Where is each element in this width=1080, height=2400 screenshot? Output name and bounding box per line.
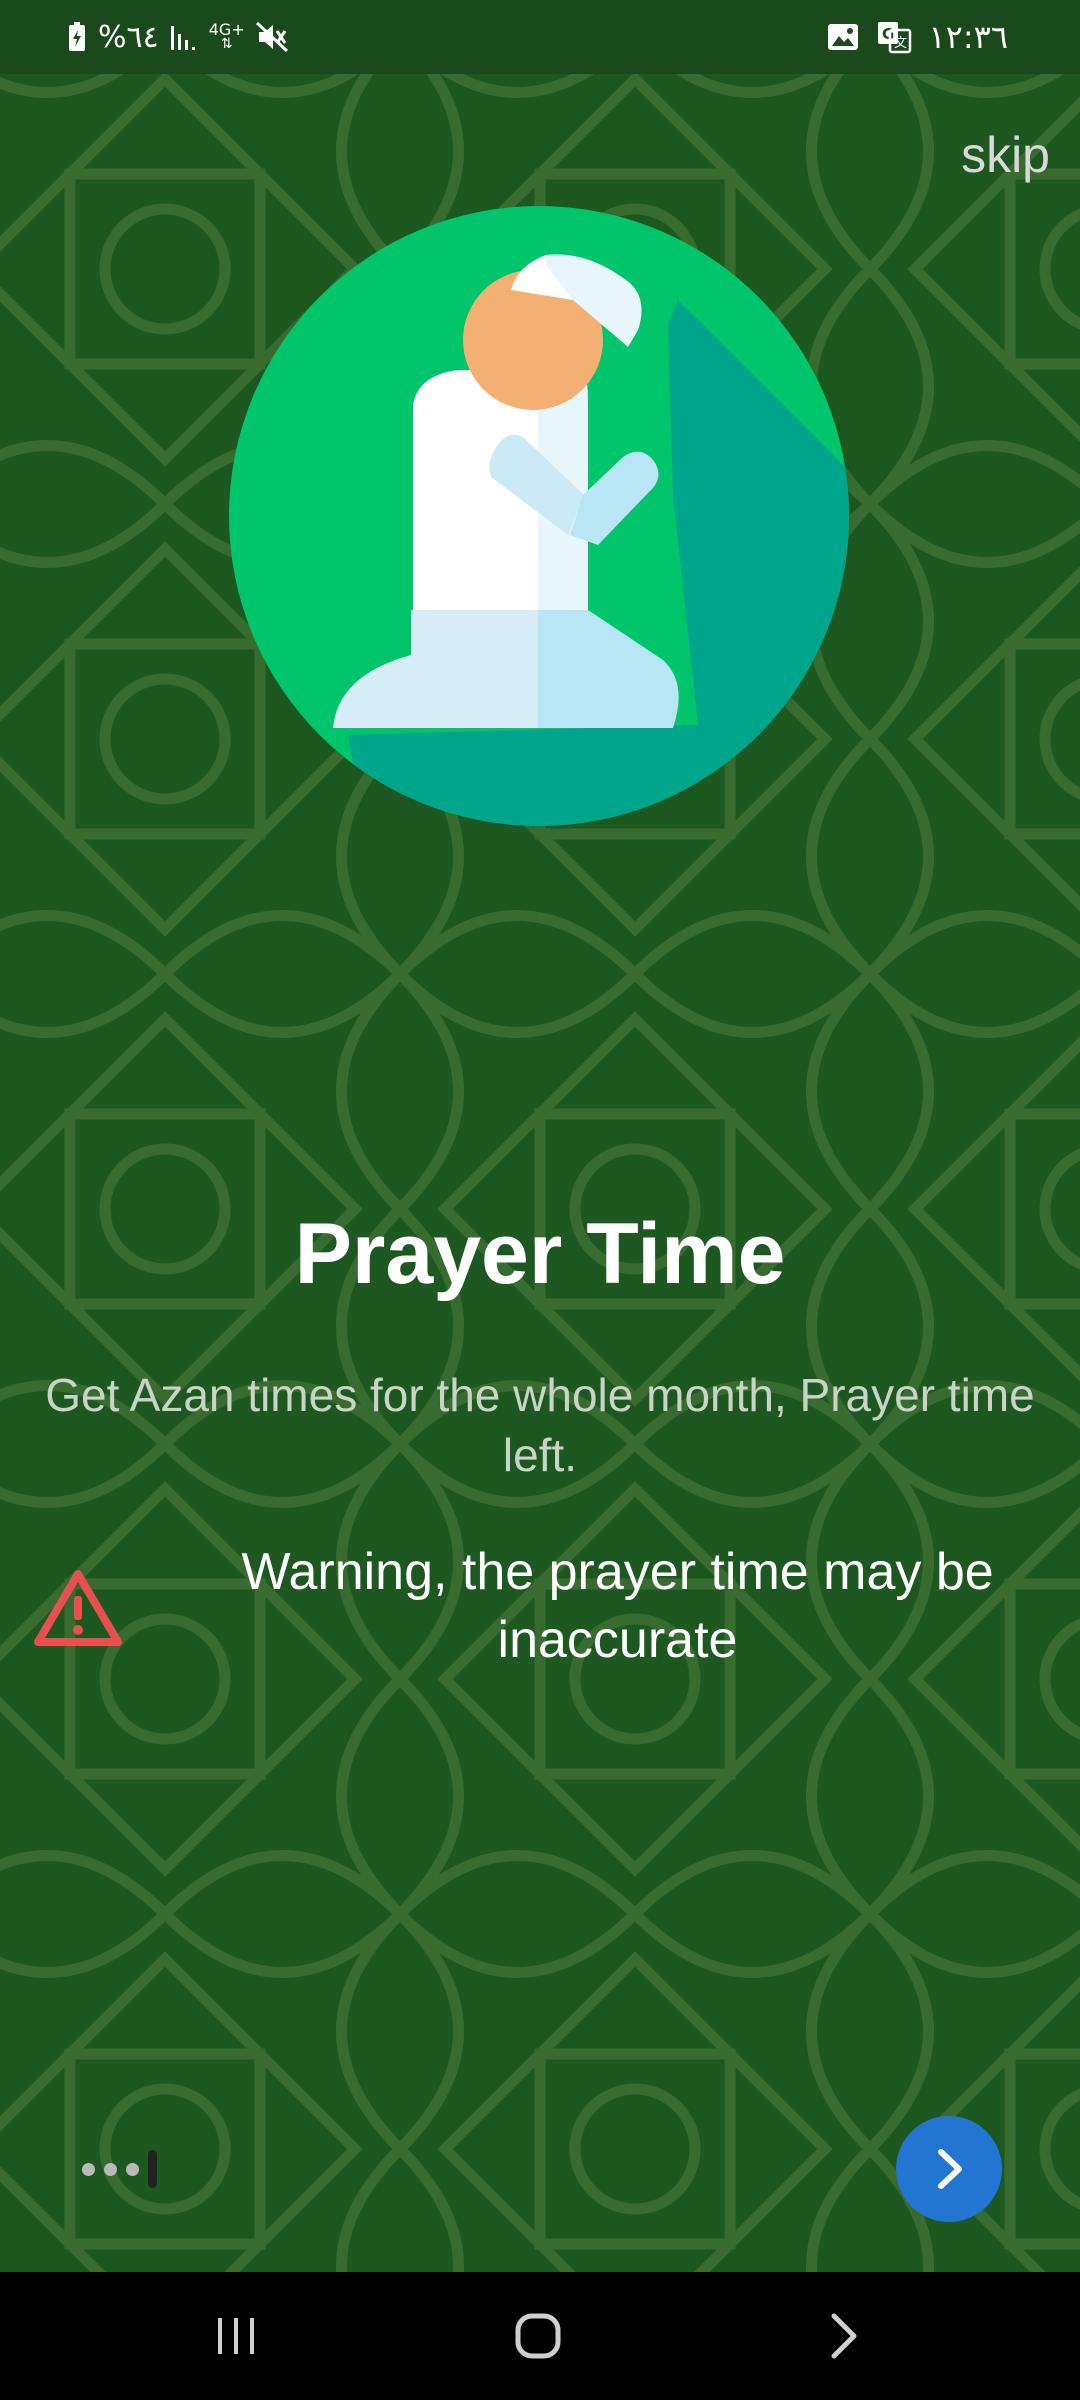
translate-notification-icon: G 文	[878, 22, 912, 54]
warning-icon	[34, 1570, 122, 1646]
battery-charging-icon	[69, 22, 85, 51]
network-type-label: 4G+ ⇅	[208, 20, 245, 52]
chevron-right-icon	[938, 2149, 962, 2189]
next-button[interactable]	[896, 2116, 1002, 2222]
page-dot	[104, 2162, 117, 2176]
praying-man-illustration	[229, 206, 849, 826]
back-icon[interactable]	[812, 2306, 872, 2366]
page-dot	[82, 2162, 95, 2176]
clock: ١٢:٣٦	[928, 18, 1008, 56]
battery-percentage: %٦٤	[98, 19, 159, 55]
status-left-group: %٦٤ 4G+ ⇅	[66, 12, 289, 62]
svg-text:G: G	[882, 25, 894, 43]
recent-apps-icon[interactable]	[206, 2306, 266, 2366]
page-indicator	[82, 2150, 157, 2188]
page-title: Prayer Time	[294, 1206, 786, 1302]
status-right-group: G 文 ١٢:٣٦	[826, 12, 1008, 62]
home-icon[interactable]	[508, 2306, 568, 2366]
status-bar: %٦٤ 4G+ ⇅ G 文 ١٢:٣٦	[0, 0, 1080, 74]
image-notification-icon	[828, 24, 859, 50]
signal-icon	[170, 26, 195, 50]
page-dot-active	[148, 2150, 157, 2188]
page-subtitle: Get Azan times for the whole month, Pray…	[45, 1369, 1035, 1481]
mute-icon	[255, 21, 288, 53]
svg-text:文: 文	[894, 36, 907, 51]
skip-button[interactable]: skip	[961, 126, 1050, 184]
warning-message: Warning, the prayer time may be inaccura…	[241, 1543, 994, 1669]
page-dot	[126, 2162, 139, 2176]
data-arrows-icon: ⇅	[220, 36, 233, 52]
system-navigation-bar	[0, 2272, 1080, 2400]
